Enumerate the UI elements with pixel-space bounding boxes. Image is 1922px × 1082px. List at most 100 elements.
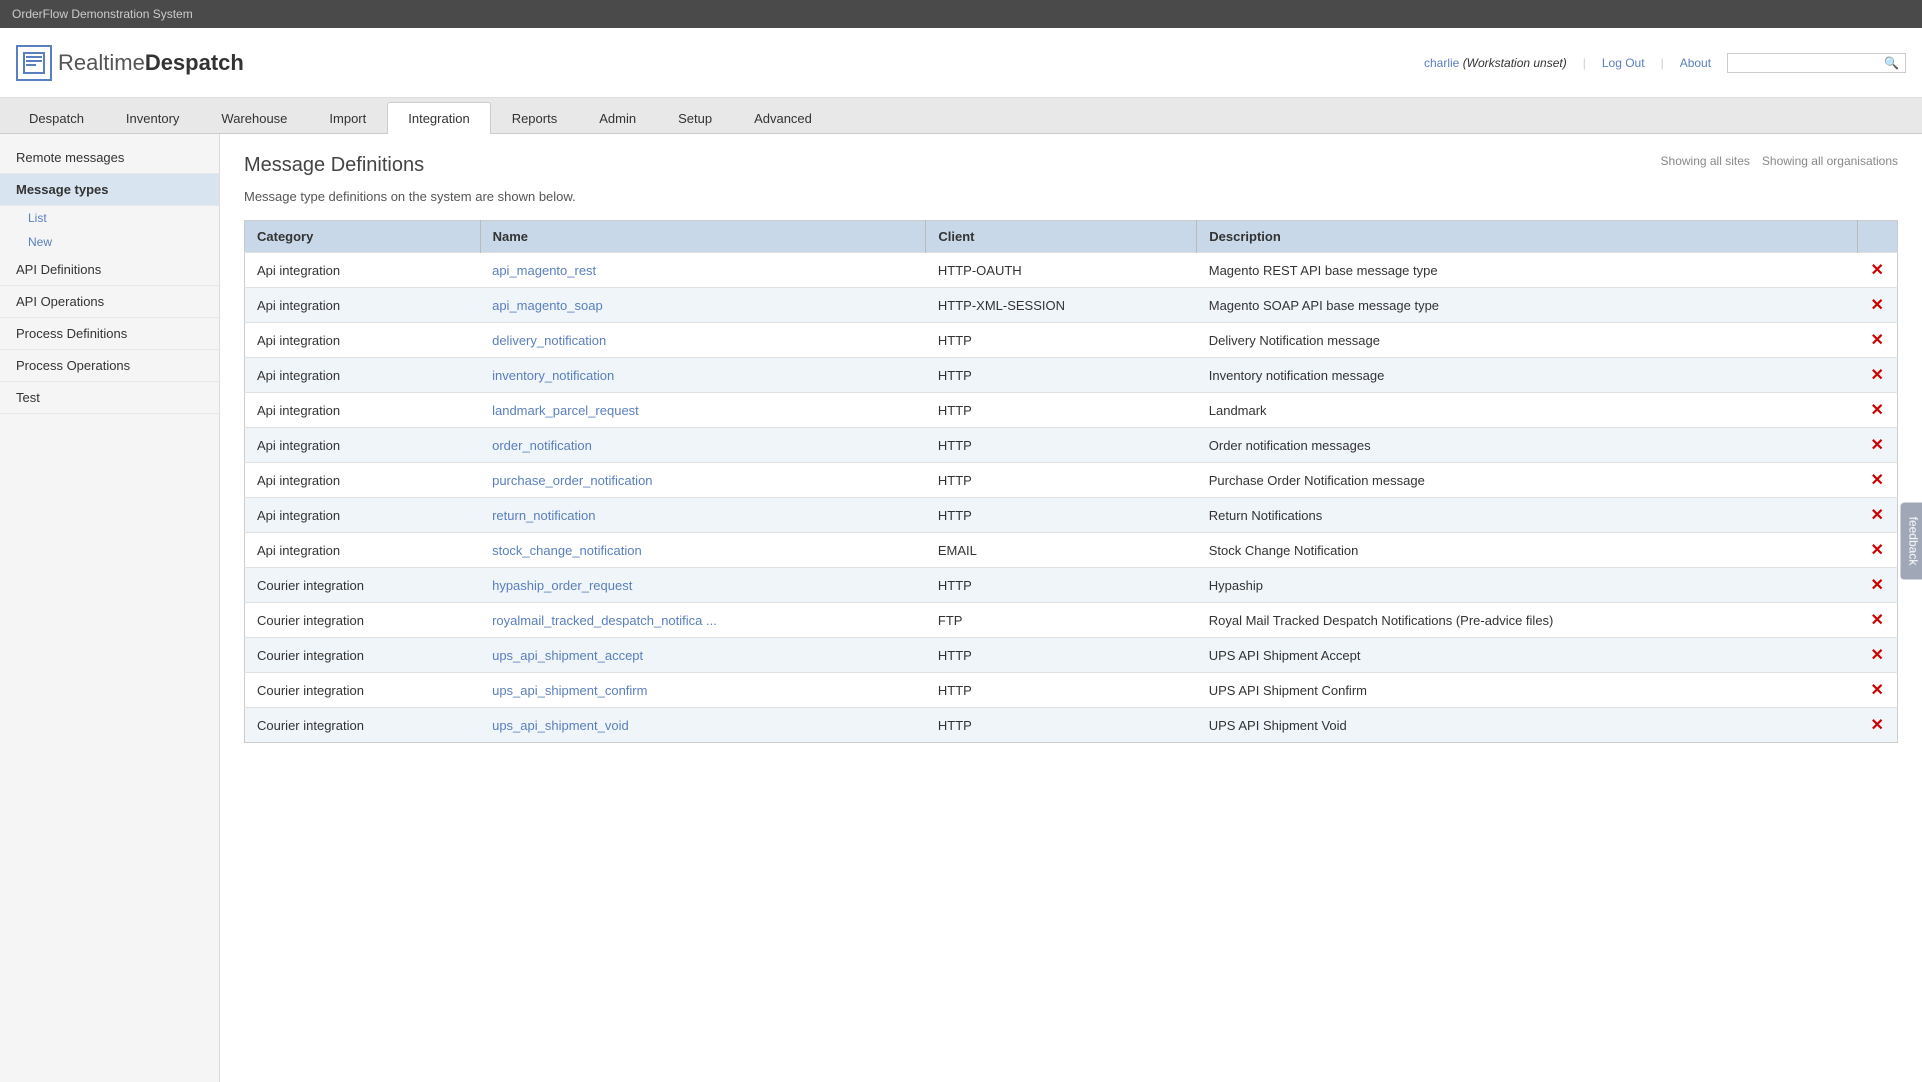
name-link-2[interactable]: delivery_notification	[492, 333, 606, 348]
cell-name-11[interactable]: ups_api_shipment_accept	[480, 638, 926, 673]
cell-client-9: HTTP	[926, 568, 1197, 603]
search-box[interactable]: 🔍	[1727, 53, 1906, 73]
cell-action-10[interactable]: ✕	[1858, 603, 1898, 638]
cell-name-1[interactable]: api_magento_soap	[480, 288, 926, 323]
logout-link[interactable]: Log Out	[1602, 56, 1645, 70]
sidebar-item-api-operations[interactable]: API Operations	[0, 286, 219, 318]
name-link-12[interactable]: ups_api_shipment_confirm	[492, 683, 647, 698]
cell-action-3[interactable]: ✕	[1858, 358, 1898, 393]
delete-button-9[interactable]: ✕	[1871, 577, 1884, 594]
cell-action-1[interactable]: ✕	[1858, 288, 1898, 323]
table-row: Api integrationreturn_notificationHTTPRe…	[245, 498, 1898, 533]
sidebar-item-remote-messages[interactable]: Remote messages	[0, 142, 219, 174]
cell-action-6[interactable]: ✕	[1858, 463, 1898, 498]
delete-button-4[interactable]: ✕	[1871, 402, 1884, 419]
cell-name-12[interactable]: ups_api_shipment_confirm	[480, 673, 926, 708]
nav-tab-inventory[interactable]: Inventory	[105, 102, 200, 133]
nav-tab-warehouse[interactable]: Warehouse	[200, 102, 308, 133]
name-link-11[interactable]: ups_api_shipment_accept	[492, 648, 643, 663]
cell-action-9[interactable]: ✕	[1858, 568, 1898, 603]
name-link-13[interactable]: ups_api_shipment_void	[492, 718, 629, 733]
cell-client-6: HTTP	[926, 463, 1197, 498]
username[interactable]: charlie	[1424, 56, 1459, 70]
nav-tab-despatch[interactable]: Despatch	[8, 102, 105, 133]
cell-name-13[interactable]: ups_api_shipment_void	[480, 708, 926, 743]
table-row: Api integrationapi_magento_restHTTP-OAUT…	[245, 253, 1898, 288]
about-link[interactable]: About	[1680, 56, 1711, 70]
name-link-10[interactable]: royalmail_tracked_despatch_notifica ...	[492, 613, 717, 628]
table-row: Courier integrationups_api_shipment_conf…	[245, 673, 1898, 708]
delete-button-7[interactable]: ✕	[1871, 507, 1884, 524]
name-link-8[interactable]: stock_change_notification	[492, 543, 642, 558]
cell-name-2[interactable]: delivery_notification	[480, 323, 926, 358]
name-link-5[interactable]: order_notification	[492, 438, 592, 453]
sidebar-item-process-definitions[interactable]: Process Definitions	[0, 318, 219, 350]
name-link-9[interactable]: hypaship_order_request	[492, 578, 632, 593]
cell-client-10: FTP	[926, 603, 1197, 638]
delete-button-3[interactable]: ✕	[1871, 367, 1884, 384]
cell-description-12: UPS API Shipment Confirm	[1197, 673, 1858, 708]
cell-action-13[interactable]: ✕	[1858, 708, 1898, 743]
cell-name-3[interactable]: inventory_notification	[480, 358, 926, 393]
delete-button-12[interactable]: ✕	[1871, 682, 1884, 699]
showing-all-orgs-link[interactable]: Showing all organisations	[1762, 154, 1898, 168]
cell-name-6[interactable]: purchase_order_notification	[480, 463, 926, 498]
cell-action-0[interactable]: ✕	[1858, 253, 1898, 288]
name-link-0[interactable]: api_magento_rest	[492, 263, 596, 278]
search-input[interactable]	[1734, 56, 1884, 70]
user-link[interactable]: charlie (Workstation unset)	[1424, 56, 1567, 70]
cell-action-4[interactable]: ✕	[1858, 393, 1898, 428]
name-link-3[interactable]: inventory_notification	[492, 368, 614, 383]
sidebar-item-api-definitions[interactable]: API Definitions	[0, 254, 219, 286]
nav-tab-integration[interactable]: Integration	[387, 102, 490, 134]
cell-category-0: Api integration	[245, 253, 481, 288]
sidebar-sub-item-new[interactable]: New	[0, 230, 219, 254]
cell-name-8[interactable]: stock_change_notification	[480, 533, 926, 568]
cell-name-0[interactable]: api_magento_rest	[480, 253, 926, 288]
delete-button-6[interactable]: ✕	[1871, 472, 1884, 489]
sidebar-sub-item-list[interactable]: List	[0, 206, 219, 230]
cell-action-5[interactable]: ✕	[1858, 428, 1898, 463]
delete-button-8[interactable]: ✕	[1871, 542, 1884, 559]
delete-button-5[interactable]: ✕	[1871, 437, 1884, 454]
cell-action-7[interactable]: ✕	[1858, 498, 1898, 533]
cell-name-7[interactable]: return_notification	[480, 498, 926, 533]
name-link-6[interactable]: purchase_order_notification	[492, 473, 652, 488]
cell-name-5[interactable]: order_notification	[480, 428, 926, 463]
sidebar: Remote messagesMessage typesListNewAPI D…	[0, 134, 220, 1082]
cell-action-8[interactable]: ✕	[1858, 533, 1898, 568]
cell-action-11[interactable]: ✕	[1858, 638, 1898, 673]
logo-text: RealtimeDespatch	[58, 50, 244, 76]
cell-client-8: EMAIL	[926, 533, 1197, 568]
delete-button-11[interactable]: ✕	[1871, 647, 1884, 664]
delete-button-1[interactable]: ✕	[1871, 297, 1884, 314]
delete-button-0[interactable]: ✕	[1871, 262, 1884, 279]
nav-tab-setup[interactable]: Setup	[657, 102, 733, 133]
name-link-1[interactable]: api_magento_soap	[492, 298, 603, 313]
cell-action-12[interactable]: ✕	[1858, 673, 1898, 708]
name-link-4[interactable]: landmark_parcel_request	[492, 403, 639, 418]
nav-tab-import[interactable]: Import	[308, 102, 387, 133]
cell-category-5: Api integration	[245, 428, 481, 463]
cell-name-10[interactable]: royalmail_tracked_despatch_notifica ...	[480, 603, 926, 638]
sidebar-item-test[interactable]: Test	[0, 382, 219, 414]
search-icon[interactable]: 🔍	[1884, 56, 1899, 70]
sidebar-item-message-types[interactable]: Message types	[0, 174, 219, 206]
delete-button-13[interactable]: ✕	[1871, 717, 1884, 734]
showing-all-sites-link[interactable]: Showing all sites	[1661, 154, 1750, 168]
sidebar-item-process-operations[interactable]: Process Operations	[0, 350, 219, 382]
cell-description-13: UPS API Shipment Void	[1197, 708, 1858, 743]
col-header-4	[1858, 221, 1898, 253]
nav-tab-admin[interactable]: Admin	[578, 102, 657, 133]
feedback-tab[interactable]: feedback	[1901, 503, 1922, 580]
cell-action-2[interactable]: ✕	[1858, 323, 1898, 358]
delete-button-10[interactable]: ✕	[1871, 612, 1884, 629]
cell-description-2: Delivery Notification message	[1197, 323, 1858, 358]
cell-name-9[interactable]: hypaship_order_request	[480, 568, 926, 603]
name-link-7[interactable]: return_notification	[492, 508, 595, 523]
table-row: Api integrationorder_notificationHTTPOrd…	[245, 428, 1898, 463]
nav-tab-advanced[interactable]: Advanced	[733, 102, 833, 133]
nav-tab-reports[interactable]: Reports	[491, 102, 579, 133]
delete-button-2[interactable]: ✕	[1871, 332, 1884, 349]
cell-name-4[interactable]: landmark_parcel_request	[480, 393, 926, 428]
